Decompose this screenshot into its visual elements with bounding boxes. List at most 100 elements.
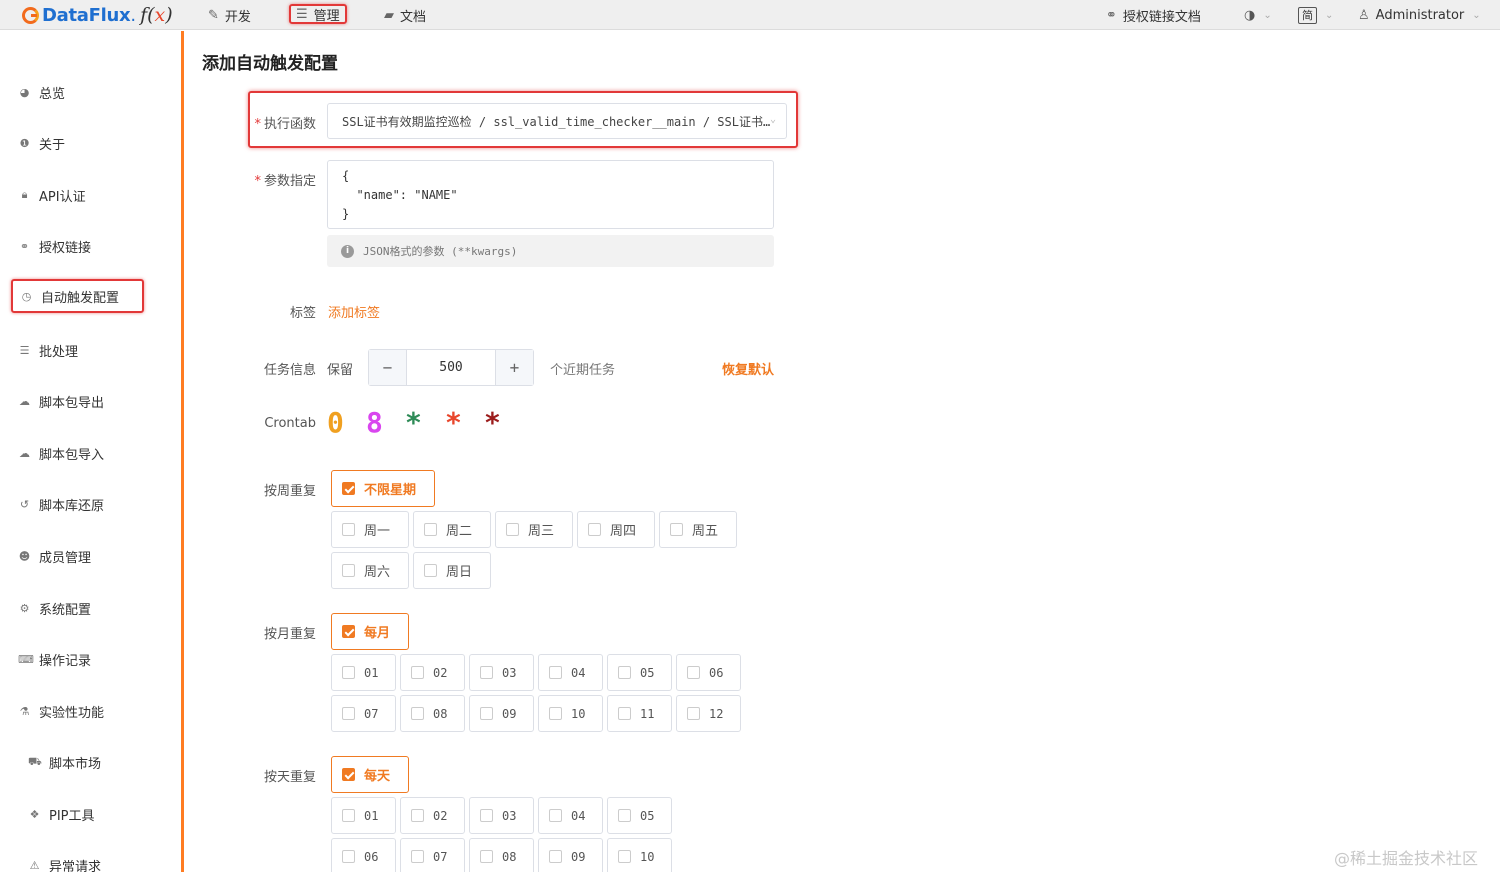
user-menu[interactable]: ♙ Administrator ⌄: [1358, 5, 1481, 25]
sidebar-item-label: 关于: [39, 137, 66, 153]
daily-every-checkbox[interactable]: 每天: [331, 756, 409, 793]
weekday-checkbox[interactable]: 周六: [331, 552, 409, 589]
theme-toggle[interactable]: ◑ ⌄: [1244, 5, 1272, 25]
sidebar-item-label: 异常请求: [49, 859, 102, 872]
weekly-any-checkbox[interactable]: 不限星期: [331, 470, 435, 507]
day-checkbox[interactable]: 09: [538, 838, 603, 872]
increment-button[interactable]: +: [495, 350, 533, 385]
nav-develop[interactable]: ✎ 开发: [208, 5, 251, 25]
sidebar-item-abnormal-requests[interactable]: ⚠ 异常请求: [28, 853, 101, 872]
user-name: Administrator: [1375, 7, 1465, 23]
month-checkbox[interactable]: 07: [331, 695, 396, 732]
month-checkbox[interactable]: 10: [538, 695, 603, 732]
weekday-checkbox[interactable]: 周日: [413, 552, 491, 589]
link-icon: ⚭: [1106, 7, 1117, 23]
sidebar-item-label: 总览: [39, 86, 66, 102]
month-checkbox[interactable]: 05: [607, 654, 672, 691]
crontab-hour: 8: [366, 406, 383, 439]
page-title: 添加自动触发配置: [202, 54, 338, 74]
month-checkbox[interactable]: 01: [331, 654, 396, 691]
info-icon: i: [341, 244, 354, 258]
sidebar-item-label: 自动触发配置: [41, 290, 120, 306]
sidebar-item-about[interactable]: ❶ 关于: [18, 131, 65, 155]
function-select[interactable]: SSL证书有效期监控巡检 / ssl_valid_time_checker__m…: [327, 103, 787, 139]
sidebar-item-batch[interactable]: ☰ 批处理: [18, 338, 78, 362]
crontab-minute: 0: [327, 406, 344, 439]
nav-admin[interactable]: ☰ 管理: [289, 4, 347, 24]
auth-link-docs[interactable]: ⚭ 授权链接文档: [1106, 5, 1201, 25]
sidebar-item-auth-link[interactable]: ⚭ 授权链接: [18, 234, 91, 258]
cubes-icon: ❖: [29, 807, 40, 821]
daily-label: 按天重复: [263, 770, 316, 785]
weekday-checkbox[interactable]: 周一: [331, 511, 409, 548]
month-checkbox[interactable]: 09: [469, 695, 534, 732]
day-checkbox[interactable]: 06: [331, 838, 396, 872]
month-checkbox[interactable]: 06: [676, 654, 741, 691]
nav-docs[interactable]: ▰ 文档: [384, 5, 426, 25]
sidebar-item-script-market[interactable]: ⛟ 脚本市场: [28, 750, 101, 774]
crontab-month: *: [445, 406, 462, 439]
monthly-label: 按月重复: [263, 627, 316, 642]
users-icon: ☻: [18, 549, 31, 563]
month-checkbox[interactable]: 03: [469, 654, 534, 691]
sidebar-item-export[interactable]: ☁ 脚本包导出: [18, 389, 104, 413]
weekday-checkbox[interactable]: 周四: [577, 511, 655, 548]
task-count-input[interactable]: 500: [407, 350, 495, 385]
month-checkbox[interactable]: 11: [607, 695, 672, 732]
day-checkbox[interactable]: 08: [469, 838, 534, 872]
sidebar-item-operation-log[interactable]: ⌨ 操作记录: [18, 647, 91, 671]
nav-develop-label: 开发: [224, 9, 251, 25]
day-checkbox[interactable]: 05: [607, 797, 672, 834]
chevron-down-icon: ⌄: [1325, 9, 1334, 21]
sidebar-item-label: 授权链接: [39, 240, 92, 256]
decrement-button[interactable]: −: [369, 350, 407, 385]
sidebar-item-api-auth[interactable]: 🔒︎ API认证: [18, 183, 86, 207]
edit-icon: ✎: [208, 7, 219, 23]
server-icon: ☰: [296, 6, 308, 22]
sidebar-item-restore[interactable]: ↺ 脚本库还原: [18, 492, 104, 516]
month-checkbox[interactable]: 04: [538, 654, 603, 691]
cloud-download-icon: ☁: [19, 394, 30, 408]
sidebar-item-label: 脚本市场: [49, 756, 102, 772]
month-checkbox[interactable]: 02: [400, 654, 465, 691]
restore-default-button[interactable]: 恢复默认: [722, 359, 774, 378]
tags-label: 标签: [289, 306, 316, 321]
sidebar-item-auto-trigger[interactable]: ◷ 自动触发配置: [11, 279, 144, 313]
sidebar-item-overview[interactable]: ◕ 总览: [18, 80, 65, 104]
monthly-every-checkbox[interactable]: 每月: [331, 613, 409, 650]
month-checkbox[interactable]: 08: [400, 695, 465, 732]
weekday-checkbox[interactable]: 周三: [495, 511, 573, 548]
app-logo[interactable]: DataFlux . f(x): [22, 3, 173, 27]
keyboard-icon: ⌨: [18, 652, 34, 666]
day-checkbox[interactable]: 10: [607, 838, 672, 872]
sidebar-item-pip-tool[interactable]: ❖ PIP工具: [28, 802, 95, 826]
day-checkbox[interactable]: 04: [538, 797, 603, 834]
sidebar-item-label: PIP工具: [49, 808, 95, 824]
chevron-down-icon: ⌄: [1263, 9, 1272, 21]
args-editor[interactable]: { "name": "NAME" }: [327, 160, 774, 229]
month-checkbox[interactable]: 12: [676, 695, 741, 732]
crontab-weekday: *: [484, 406, 501, 439]
day-checkbox[interactable]: 01: [331, 797, 396, 834]
day-checkbox[interactable]: 02: [400, 797, 465, 834]
day-checkbox[interactable]: 03: [469, 797, 534, 834]
language-switch[interactable]: 简 ⌄: [1298, 5, 1333, 25]
day-checkbox[interactable]: 07: [400, 838, 465, 872]
sidebar-item-members[interactable]: ☻ 成员管理: [18, 544, 91, 568]
cart-icon: ⛟: [28, 754, 42, 768]
sidebar-item-label: 脚本库还原: [39, 498, 105, 514]
lock-icon: 🔒︎: [21, 188, 28, 201]
args-label: * 参数指定: [254, 174, 316, 189]
weekday-checkbox[interactable]: 周五: [659, 511, 737, 548]
history-icon: ↺: [19, 497, 30, 511]
task-count-stepper: − 500 +: [368, 349, 534, 386]
sidebar-item-system-config[interactable]: ⚙ 系统配置: [18, 596, 91, 620]
sidebar-item-experimental[interactable]: ⚗ 实验性功能: [18, 699, 104, 723]
chevron-down-icon: ⌄: [1472, 9, 1481, 21]
add-tag-button[interactable]: 添加标签: [328, 302, 380, 321]
link-icon: ⚭: [19, 239, 30, 253]
logo-mark-icon: [22, 6, 39, 24]
sidebar-item-import[interactable]: ☁ 脚本包导入: [18, 441, 104, 465]
sidebar-item-label: 批处理: [39, 344, 79, 360]
weekday-checkbox[interactable]: 周二: [413, 511, 491, 548]
